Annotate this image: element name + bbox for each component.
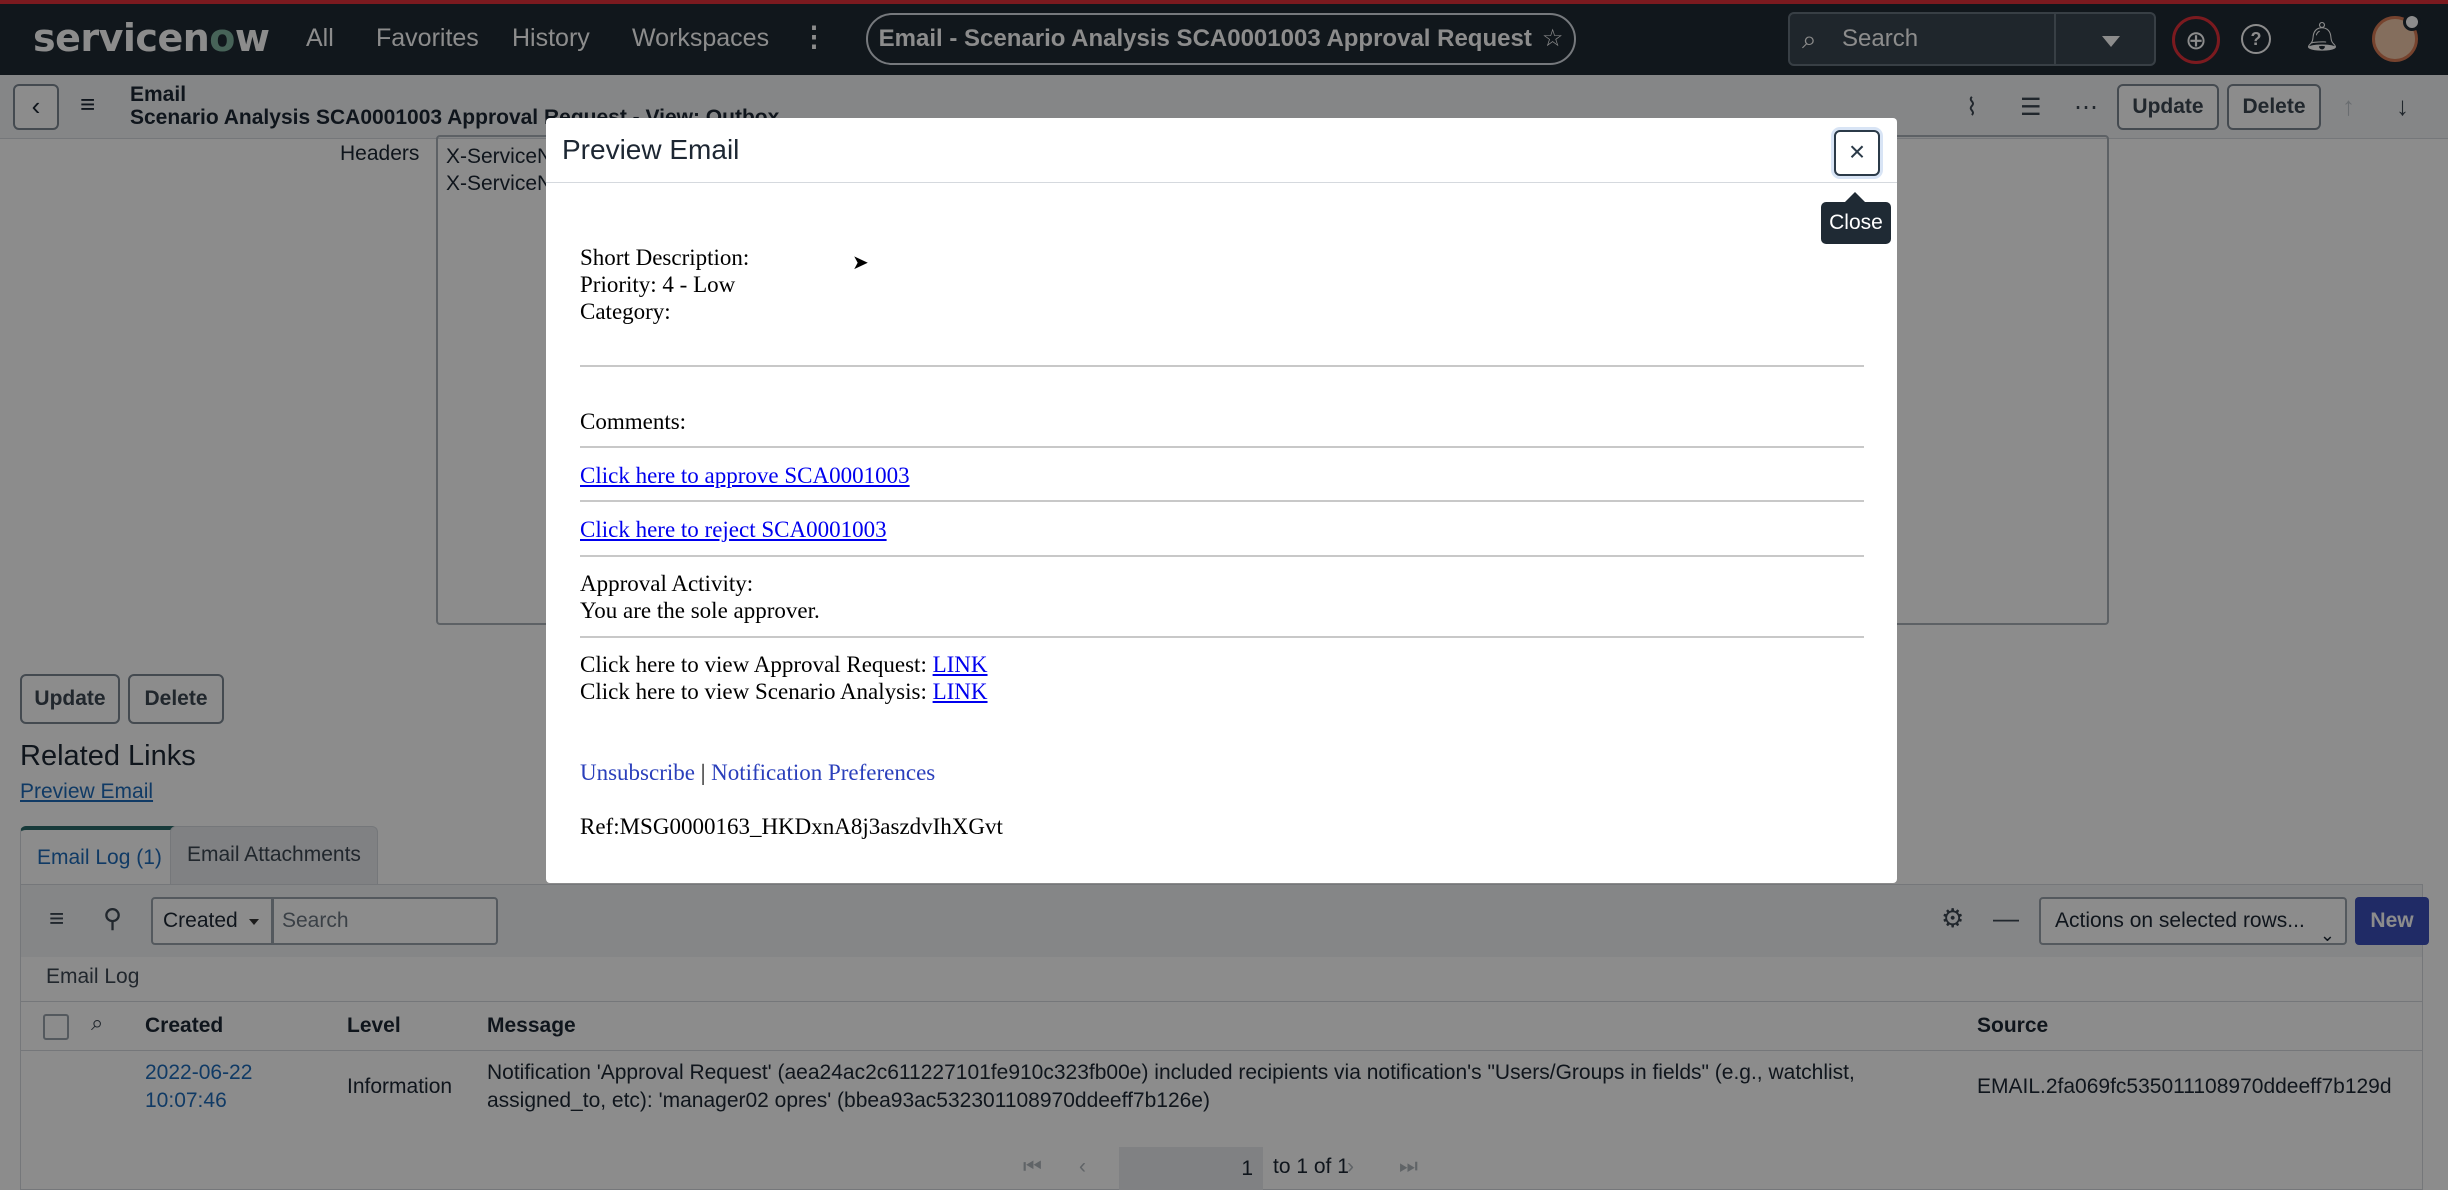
view-scenario-analysis: Click here to view Scenario Analysis: LI…: [580, 679, 988, 704]
unsubscribe-link[interactable]: Unsubscribe: [580, 760, 695, 785]
mouse-cursor-icon: ➤: [852, 252, 869, 274]
notification-preferences-link[interactable]: Notification Preferences: [711, 760, 935, 785]
modal-title: Preview Email: [562, 134, 740, 165]
message-ref: Ref:MSG0000163_HKDxnA8j3aszdvIhXGvt: [580, 814, 1003, 839]
preview-email-modal: Preview Email × Close Short Description:…: [546, 118, 1897, 883]
approval-request-link[interactable]: LINK: [933, 652, 988, 677]
priority: Priority: 4 - Low: [580, 272, 736, 297]
divider: [580, 500, 1864, 502]
divider: [580, 446, 1864, 448]
comments: Comments:: [580, 409, 687, 434]
close-tooltip: Close: [1821, 192, 1891, 244]
view-approval-request: Click here to view Approval Request: LIN…: [580, 652, 988, 677]
divider: [580, 365, 1864, 367]
short-description: Short Description:: [580, 245, 750, 270]
approve-link[interactable]: Click here to approve SCA0001003: [580, 462, 910, 489]
divider: [580, 555, 1864, 557]
approval-activity: Approval Activity:: [580, 571, 754, 596]
close-button[interactable]: ×: [1834, 130, 1880, 176]
email-footer-links: Unsubscribe | Notification Preferences: [580, 760, 936, 785]
divider: [580, 636, 1864, 638]
modal-header: Preview Email ×: [546, 118, 1897, 183]
close-icon: ×: [1848, 136, 1866, 167]
reject-link[interactable]: Click here to reject SCA0001003: [580, 516, 887, 543]
category: Category:: [580, 299, 671, 324]
scenario-analysis-link[interactable]: LINK: [933, 679, 988, 704]
sole-approver: You are the sole approver.: [580, 598, 820, 623]
